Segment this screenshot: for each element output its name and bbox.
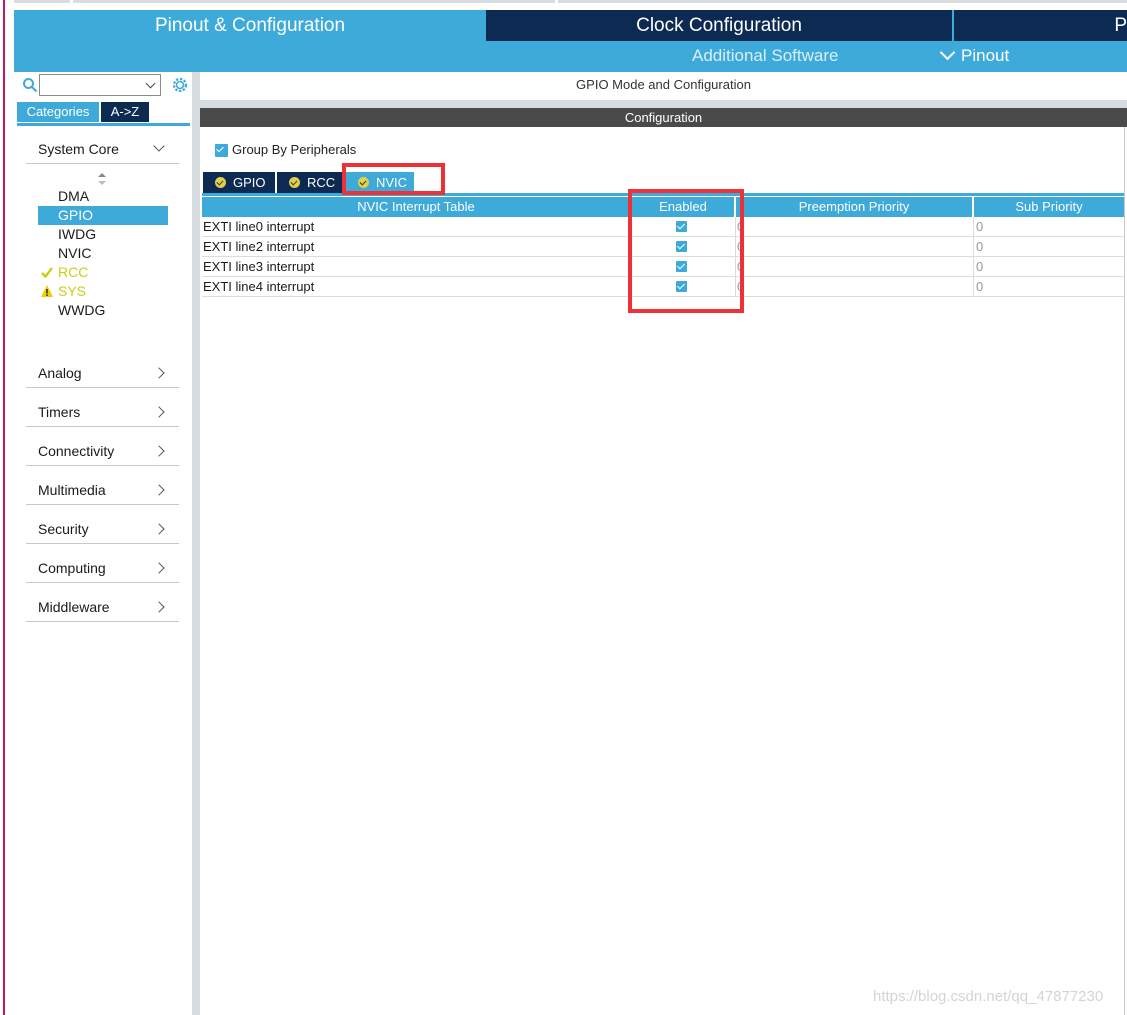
category-label: Multimedia	[38, 482, 106, 498]
panel-divider[interactable]	[192, 72, 200, 1015]
category-label: System Core	[38, 141, 119, 157]
strip-segment	[73, 0, 555, 3]
pinout-menu[interactable]: Pinout	[939, 44, 1010, 66]
group-by-peripherals-label: Group By Peripherals	[232, 142, 357, 157]
sidebar-item-label: DMA	[58, 188, 90, 204]
search-combobox[interactable]	[39, 74, 161, 96]
sidebar-item-label: RCC	[58, 264, 89, 280]
tabs-underline	[17, 123, 190, 126]
configuration-header: Configuration	[200, 108, 1127, 127]
chevron-right-icon	[153, 523, 165, 535]
chevron-right-icon	[153, 601, 165, 613]
category-system-core[interactable]: System Core	[26, 137, 179, 164]
interrupt-name: EXTI line3 interrupt	[203, 259, 315, 274]
watermark: https://blog.csdn.net/qq_47877230	[873, 988, 1104, 1005]
tab-a-to-z[interactable]: A->Z	[101, 102, 149, 122]
strip-segment	[14, 0, 70, 3]
interrupt-name: EXTI line4 interrupt	[203, 279, 315, 294]
tab-label: GPIO	[233, 175, 266, 190]
search-icon[interactable]	[22, 77, 38, 93]
main-header: Pinout & Configuration Clock Configurati…	[14, 10, 1127, 72]
category-security[interactable]: Security	[26, 517, 179, 544]
tab-categories[interactable]: Categories	[17, 102, 99, 122]
column-divider	[973, 277, 974, 297]
panel-divider[interactable]	[200, 100, 1127, 108]
sidebar-item-label: SYS	[58, 283, 87, 299]
tab-clock-configuration[interactable]: Clock Configuration	[486, 10, 952, 41]
chevron-right-icon	[153, 367, 165, 379]
column-divider	[973, 257, 974, 277]
gear-icon[interactable]	[170, 75, 190, 95]
sidebar-item-gpio[interactable]: GPIO	[38, 206, 168, 225]
chevron-right-icon	[153, 484, 165, 496]
check-circle-icon	[215, 177, 226, 188]
highlight-box-nvic-tab	[342, 163, 445, 195]
warning-icon	[41, 285, 53, 297]
additional-software-link[interactable]: Additional Software	[692, 46, 838, 66]
category-middleware[interactable]: Middleware	[26, 595, 179, 622]
chevron-down-icon	[153, 140, 165, 152]
interrupt-name: EXTI line2 interrupt	[203, 239, 315, 254]
sidebar-item-label: WWDG	[58, 302, 106, 318]
chevron-right-icon	[153, 406, 165, 418]
check-circle-icon	[289, 177, 300, 188]
category-label: Security	[38, 521, 89, 537]
category-label: Timers	[38, 404, 81, 420]
category-computing[interactable]: Computing	[26, 556, 179, 583]
tab-rcc[interactable]: RCC	[277, 172, 343, 193]
strip-segment	[558, 0, 1127, 3]
category-label: Computing	[38, 560, 106, 576]
category-label: Connectivity	[38, 443, 115, 459]
sidebar-item-label: IWDG	[58, 226, 97, 242]
category-label: Middleware	[38, 599, 110, 615]
category-analog[interactable]: Analog	[26, 361, 179, 388]
sidebar-item-iwdg[interactable]: IWDG	[38, 225, 168, 244]
category-multimedia[interactable]: Multimedia	[26, 478, 179, 505]
sub-priority-value[interactable]: 0	[976, 259, 983, 274]
highlight-box-enabled-column	[628, 189, 744, 313]
page-title: GPIO Mode and Configuration	[200, 72, 1127, 100]
tab-label: RCC	[307, 175, 336, 190]
interrupt-name: EXTI line0 interrupt	[203, 219, 315, 234]
check-icon	[41, 267, 53, 279]
group-by-peripherals-checkbox[interactable]	[215, 144, 228, 157]
sidebar-item-sys[interactable]: SYS	[38, 282, 168, 301]
pinout-menu-label: Pinout	[961, 46, 1010, 65]
category-label: Analog	[38, 365, 82, 381]
sidebar-item-label: GPIO	[58, 207, 94, 223]
chevron-down-icon[interactable]	[145, 78, 156, 89]
sidebar-item-rcc[interactable]: RCC	[38, 263, 168, 282]
chevron-right-icon	[153, 445, 165, 457]
column-divider	[973, 237, 974, 257]
sidebar-item-nvic[interactable]: NVIC	[38, 244, 168, 263]
column-header-interrupt[interactable]: NVIC Interrupt Table	[202, 197, 632, 217]
sidebar-item-label: NVIC	[58, 245, 92, 261]
tab-gpio[interactable]: GPIO	[203, 172, 275, 193]
sub-priority-value[interactable]: 0	[976, 279, 983, 294]
chevron-down-icon	[939, 44, 956, 61]
chevron-right-icon	[153, 562, 165, 574]
column-divider	[973, 217, 974, 237]
category-timers[interactable]: Timers	[26, 400, 179, 427]
sort-icon[interactable]	[98, 173, 106, 185]
tab-pinout-configuration[interactable]: Pinout & Configuration	[14, 10, 486, 41]
top-strip	[0, 0, 1127, 10]
sidebar-item-wwdg[interactable]: WWDG	[38, 301, 168, 320]
column-header-sub-priority[interactable]: Sub Priority	[974, 197, 1124, 217]
left-edge-line	[3, 0, 5, 1015]
category-connectivity[interactable]: Connectivity	[26, 439, 179, 466]
sub-priority-value[interactable]: 0	[976, 239, 983, 254]
tab-project-manager[interactable]: P	[954, 10, 1127, 41]
tab-project-manager-label: P	[1114, 15, 1127, 36]
sidebar-item-dma[interactable]: DMA	[38, 187, 168, 206]
sub-priority-value[interactable]: 0	[976, 219, 983, 234]
column-header-preemption[interactable]: Preemption Priority	[736, 197, 974, 217]
